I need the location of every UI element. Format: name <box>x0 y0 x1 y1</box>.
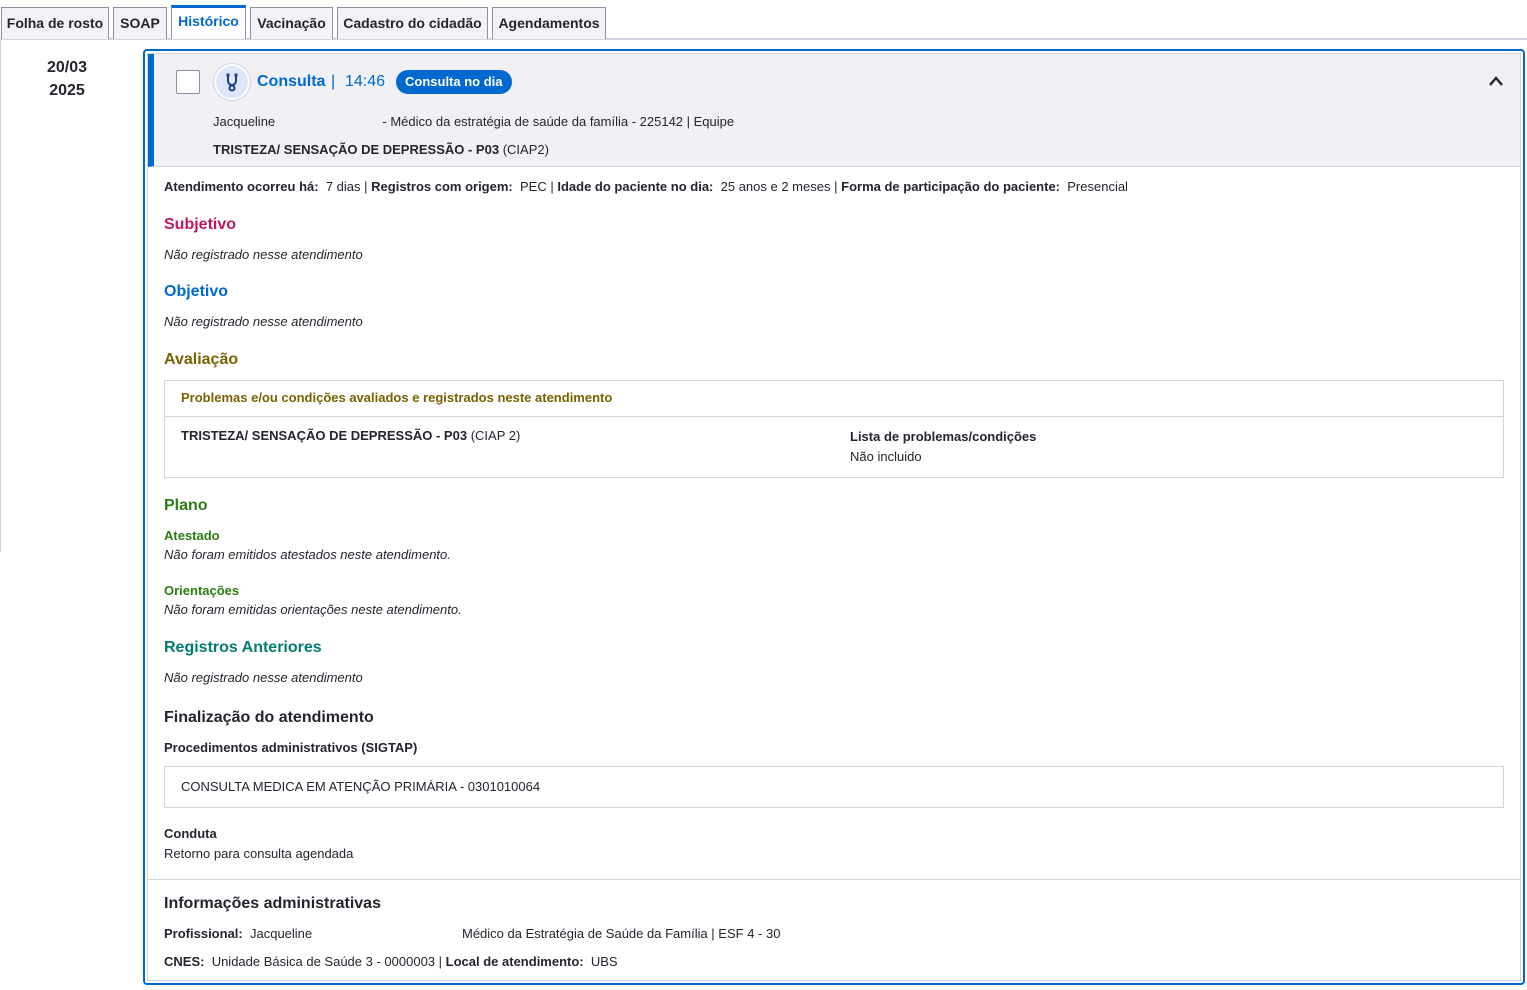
subjetivo-title: Subjetivo <box>164 216 237 233</box>
diagnosis-line: TRISTEZA/ SENSAÇÃO DE DEPRESSÃO - P03 (C… <box>213 141 549 159</box>
atendimento-time: 14:46 <box>345 73 386 90</box>
timeline-date-column: 20/03 2025 <box>0 40 132 552</box>
orientacoes-text: Não foram emitidas orientações neste ate… <box>164 602 462 617</box>
admin-profissional-value: Jacqueline <box>249 926 313 941</box>
date-day-month: 20/03 <box>46 59 88 76</box>
diagnosis-code: (CIAP2) <box>502 142 549 157</box>
admin-title: Informações administrativas <box>164 895 381 912</box>
subjetivo-text: Não registrado nesse atendimento <box>164 247 363 262</box>
avaliacao-diagnosis-line: TRISTEZA/ SENSAÇÃO DE DEPRESSÃO - P03 (C… <box>181 427 520 445</box>
professional-line: Jacqueline - Médico da estratégia de saú… <box>213 113 734 131</box>
info-idade-value: 25 anos e 2 meses <box>720 179 831 194</box>
tab-bar: Folha de rosto SOAP Histórico Vacinação … <box>0 0 1527 40</box>
tab-vacinacao[interactable]: Vacinação <box>250 7 333 39</box>
admin-profissional-role: Médico da Estratégia de Saúde da Família… <box>462 926 781 941</box>
divider <box>148 879 1520 880</box>
info-sep: | <box>550 179 554 194</box>
atendimento-card-body: Consulta | 14:46 Consulta no dia Jacquel… <box>147 53 1521 981</box>
date-year: 2025 <box>49 82 85 99</box>
avaliacao-box-title: Problemas e/ou condições avaliados e reg… <box>165 381 1503 417</box>
admin-local-label: Local de atendimento: <box>445 954 584 969</box>
registros-anteriores-title: Registros Anteriores <box>164 639 322 656</box>
conduta-value: Retorno para consulta agendada <box>164 846 354 861</box>
admin-profissional-label: Profissional: <box>164 926 243 941</box>
select-checkbox[interactable] <box>176 70 200 94</box>
conduta-label: Conduta <box>164 826 217 841</box>
procedimentos-label: Procedimentos administrativos (SIGTAP) <box>164 740 418 755</box>
procedimento-box: CONSULTA MEDICA EM ATENÇÃO PRIMÁRIA - 03… <box>164 766 1504 808</box>
info-idade-label: Idade do paciente no dia: <box>557 179 714 194</box>
stethoscope-icon <box>214 64 250 100</box>
tab-agendamentos[interactable]: Agendamentos <box>492 7 606 39</box>
header-separator: | <box>331 73 336 90</box>
orientacoes-label: Orientações <box>164 583 240 598</box>
admin-cnes-value: Unidade Básica de Saúde 3 - 0000003 <box>211 954 436 969</box>
professional-role: - Médico da estratégia de saúde da famíl… <box>382 114 735 129</box>
avaliacao-title: Avaliação <box>164 351 239 368</box>
objetivo-text: Não registrado nesse atendimento <box>164 314 363 329</box>
registros-anteriores-text: Não registrado nesse atendimento <box>164 670 363 685</box>
tab-soap[interactable]: SOAP <box>113 7 167 39</box>
admin-local-value: UBS <box>590 954 618 969</box>
avaliacao-diagnosis: TRISTEZA/ SENSAÇÃO DE DEPRESSÃO - P03 <box>181 428 468 443</box>
tab-folha-de-rosto[interactable]: Folha de rosto <box>1 7 109 39</box>
diagnosis: TRISTEZA/ SENSAÇÃO DE DEPRESSÃO - P03 <box>213 142 500 157</box>
admin-sep: | <box>438 954 443 969</box>
admin-profissional: Profissional: Jacqueline <box>164 925 312 943</box>
finalizacao-title: Finalização do atendimento <box>164 709 374 726</box>
info-ocorreu-label: Atendimento ocorreu há: <box>164 179 319 194</box>
status-badge: Consulta no dia <box>396 70 512 94</box>
info-origem-value: PEC <box>519 179 547 194</box>
redacted-name <box>279 116 379 126</box>
lista-problemas-value: Não incluido <box>850 449 922 464</box>
plano-title: Plano <box>164 497 208 514</box>
lista-problemas-label: Lista de problemas/condições <box>850 429 1037 444</box>
tab-historico[interactable]: Histórico <box>171 5 246 39</box>
atendimento-type: Consulta <box>257 73 326 90</box>
procedimento-value: CONSULTA MEDICA EM ATENÇÃO PRIMÁRIA - 03… <box>181 779 541 794</box>
atendimento-header[interactable]: Consulta | 14:46 Consulta no dia Jacquel… <box>148 54 1520 167</box>
admin-cnes-label: CNES: <box>164 954 205 969</box>
info-sep: | <box>834 179 838 194</box>
professional-name: Jacqueline <box>213 114 276 129</box>
atestado-label: Atestado <box>164 528 220 543</box>
atestado-text: Não foram emitidos atestados neste atend… <box>164 547 451 562</box>
atendimento-card: Consulta | 14:46 Consulta no dia Jacquel… <box>143 49 1525 985</box>
info-ocorreu-value: 7 dias <box>325 179 361 194</box>
info-participacao-label: Forma de participação do paciente: <box>841 179 1061 194</box>
info-origem-label: Registros com origem: <box>371 179 513 194</box>
avaliacao-diagnosis-code: (CIAP 2) <box>470 428 521 443</box>
lista-problemas: Lista de problemas/condições Não incluid… <box>850 427 1036 467</box>
avaliacao-box: Problemas e/ou condições avaliados e reg… <box>164 380 1504 478</box>
admin-cnes-line: CNES: Unidade Básica de Saúde 3 - 000000… <box>164 953 618 971</box>
chevron-up-icon[interactable] <box>1488 74 1504 88</box>
timeline-date: 20/03 2025 <box>1 56 133 102</box>
objetivo-title: Objetivo <box>164 283 229 300</box>
tab-cadastro-do-cidadao[interactable]: Cadastro do cidadão <box>337 7 488 39</box>
atendimento-info: Atendimento ocorreu há: 7 dias | Registr… <box>164 178 1128 196</box>
info-sep: | <box>364 179 368 194</box>
info-participacao-value: Presencial <box>1067 179 1128 194</box>
